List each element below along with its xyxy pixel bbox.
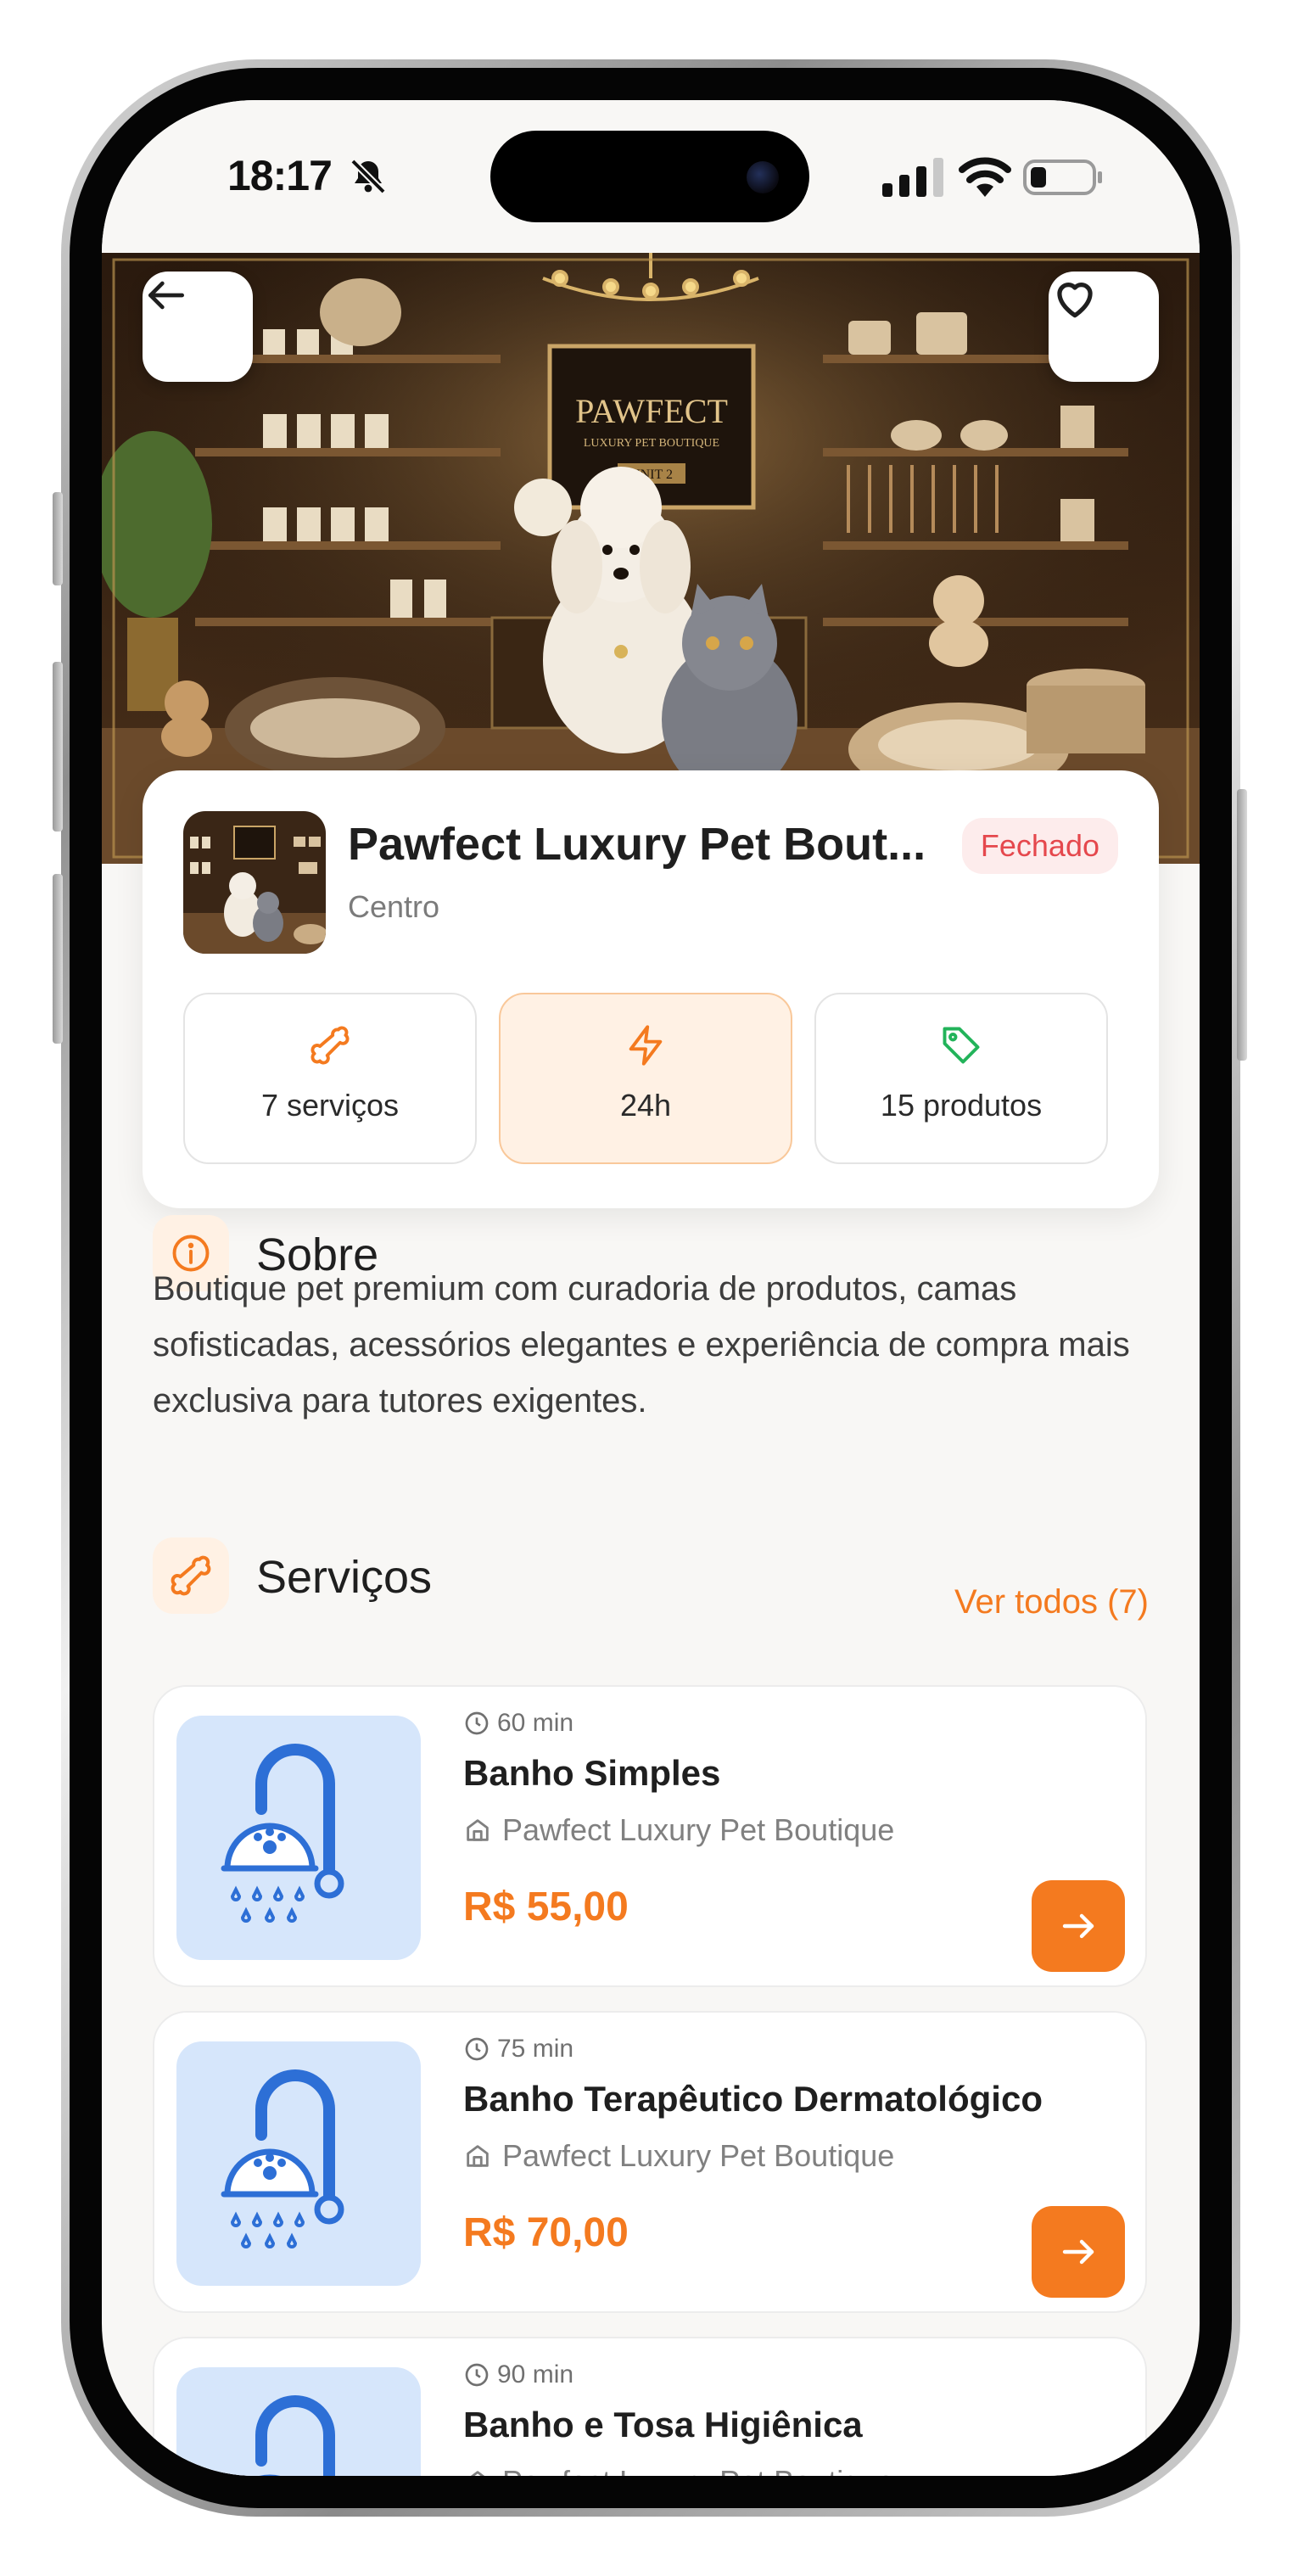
service-open-button[interactable] <box>1032 2206 1125 2298</box>
service-store-label: Pawfect Luxury Pet Boutique <box>502 2464 894 2476</box>
battery-icon <box>1023 160 1102 195</box>
store-thumbnail-image <box>183 811 326 954</box>
front-camera <box>747 161 779 193</box>
service-duration: 75 min <box>463 2035 573 2064</box>
about-text: Boutique pet premium com curadoria de pr… <box>153 1270 1130 1420</box>
service-open-button[interactable] <box>1032 1880 1125 1972</box>
shower-head-icon <box>221 1744 344 1923</box>
store-icon <box>467 2145 489 2167</box>
service-card[interactable]: 90 min Banho e Tosa Higiênica Pawfect Lu… <box>153 2337 1147 2476</box>
signal-icon <box>882 158 943 197</box>
back-button[interactable] <box>143 272 253 382</box>
store-info-card: Pawfect Luxury Pet Bout... Centro Fechad… <box>143 770 1159 1208</box>
volume-down-button <box>53 874 63 1044</box>
arrow-right-icon <box>1062 1913 1094 1939</box>
power-button <box>1237 789 1247 1061</box>
service-name: Banho Simples <box>463 1753 721 1793</box>
status-time: 18:17 <box>227 152 333 199</box>
services-section-icon <box>153 1537 229 1614</box>
bone-icon <box>171 1555 211 1596</box>
service-store: Pawfect Luxury Pet Boutique <box>463 2464 894 2476</box>
stat-hours-label: 24h <box>619 1088 672 1123</box>
store-icon <box>467 1819 489 1841</box>
app-screen: 18:17 PAWFECT LUXURY PET BOUTIQUE UNIT 2… <box>102 100 1200 2476</box>
stat-hours[interactable]: 24h <box>499 993 792 1164</box>
service-duration-label: 90 min <box>497 2360 574 2388</box>
arrow-right-icon <box>1062 2239 1094 2265</box>
service-duration: 60 min <box>463 1709 573 1738</box>
service-name: Banho Terapêutico Dermatológico <box>463 2079 1043 2119</box>
store-name: Pawfect Luxury Pet Bout... <box>348 819 926 870</box>
stat-services-label: 7 serviços <box>260 1088 400 1123</box>
stat-products[interactable]: 15 produtos <box>814 993 1108 1164</box>
service-name: Banho e Tosa Higiênica <box>463 2405 863 2444</box>
tag-icon <box>943 1027 980 1064</box>
lightning-icon <box>629 1025 663 1066</box>
favorite-button[interactable] <box>1049 272 1159 382</box>
service-image <box>176 2367 421 2476</box>
stat-services[interactable]: 7 serviços <box>183 993 477 1164</box>
service-store: Pawfect Luxury Pet Boutique <box>463 1812 894 1848</box>
service-image <box>176 1716 421 1960</box>
service-price: R$ 55,00 <box>463 1884 629 1929</box>
sign-title: PAWFECT <box>575 392 728 430</box>
clock-icon <box>465 2363 489 2387</box>
action-button <box>53 492 63 585</box>
services-title: Serviços <box>256 1552 433 1603</box>
bell-off-icon <box>350 159 386 194</box>
volume-up-button <box>53 662 63 832</box>
wifi-icon <box>959 157 1011 197</box>
stat-products-label: 15 produtos <box>880 1088 1043 1123</box>
service-duration: 90 min <box>463 2360 573 2389</box>
service-card[interactable]: 75 min Banho Terapêutico Dermatológico P… <box>153 2011 1147 2313</box>
store-thumbnail <box>183 811 326 954</box>
see-all-services-link[interactable]: Ver todos (7) <box>954 1583 1149 1621</box>
status-badge: Fechado <box>961 818 1118 874</box>
status-bar: 18:17 <box>102 100 1200 253</box>
store-location: Centro <box>348 889 440 924</box>
service-store-label: Pawfect Luxury Pet Boutique <box>502 1812 895 1847</box>
store-icon <box>470 2471 485 2476</box>
service-duration-label: 75 min <box>497 2035 574 2063</box>
shower-head-icon <box>221 2069 344 2248</box>
service-price: R$ 70,00 <box>463 2210 629 2255</box>
shower-head-icon <box>255 2395 335 2476</box>
service-card[interactable]: 60 min Banho Simples Pawfect Luxury Pet … <box>153 1685 1147 1987</box>
clock-icon <box>465 1711 489 1735</box>
service-store: Pawfect Luxury Pet Boutique <box>463 2138 894 2174</box>
clock-icon <box>465 2037 489 2061</box>
arrow-left-icon <box>148 281 185 310</box>
sign-subtitle: LUXURY PET BOUTIQUE <box>584 437 719 450</box>
service-store-label: Pawfect Luxury Pet Boutique <box>502 2138 895 2173</box>
bone-icon <box>311 1026 350 1065</box>
service-image <box>176 2041 421 2286</box>
heart-icon <box>1057 283 1093 318</box>
service-duration-label: 60 min <box>497 1709 574 1737</box>
